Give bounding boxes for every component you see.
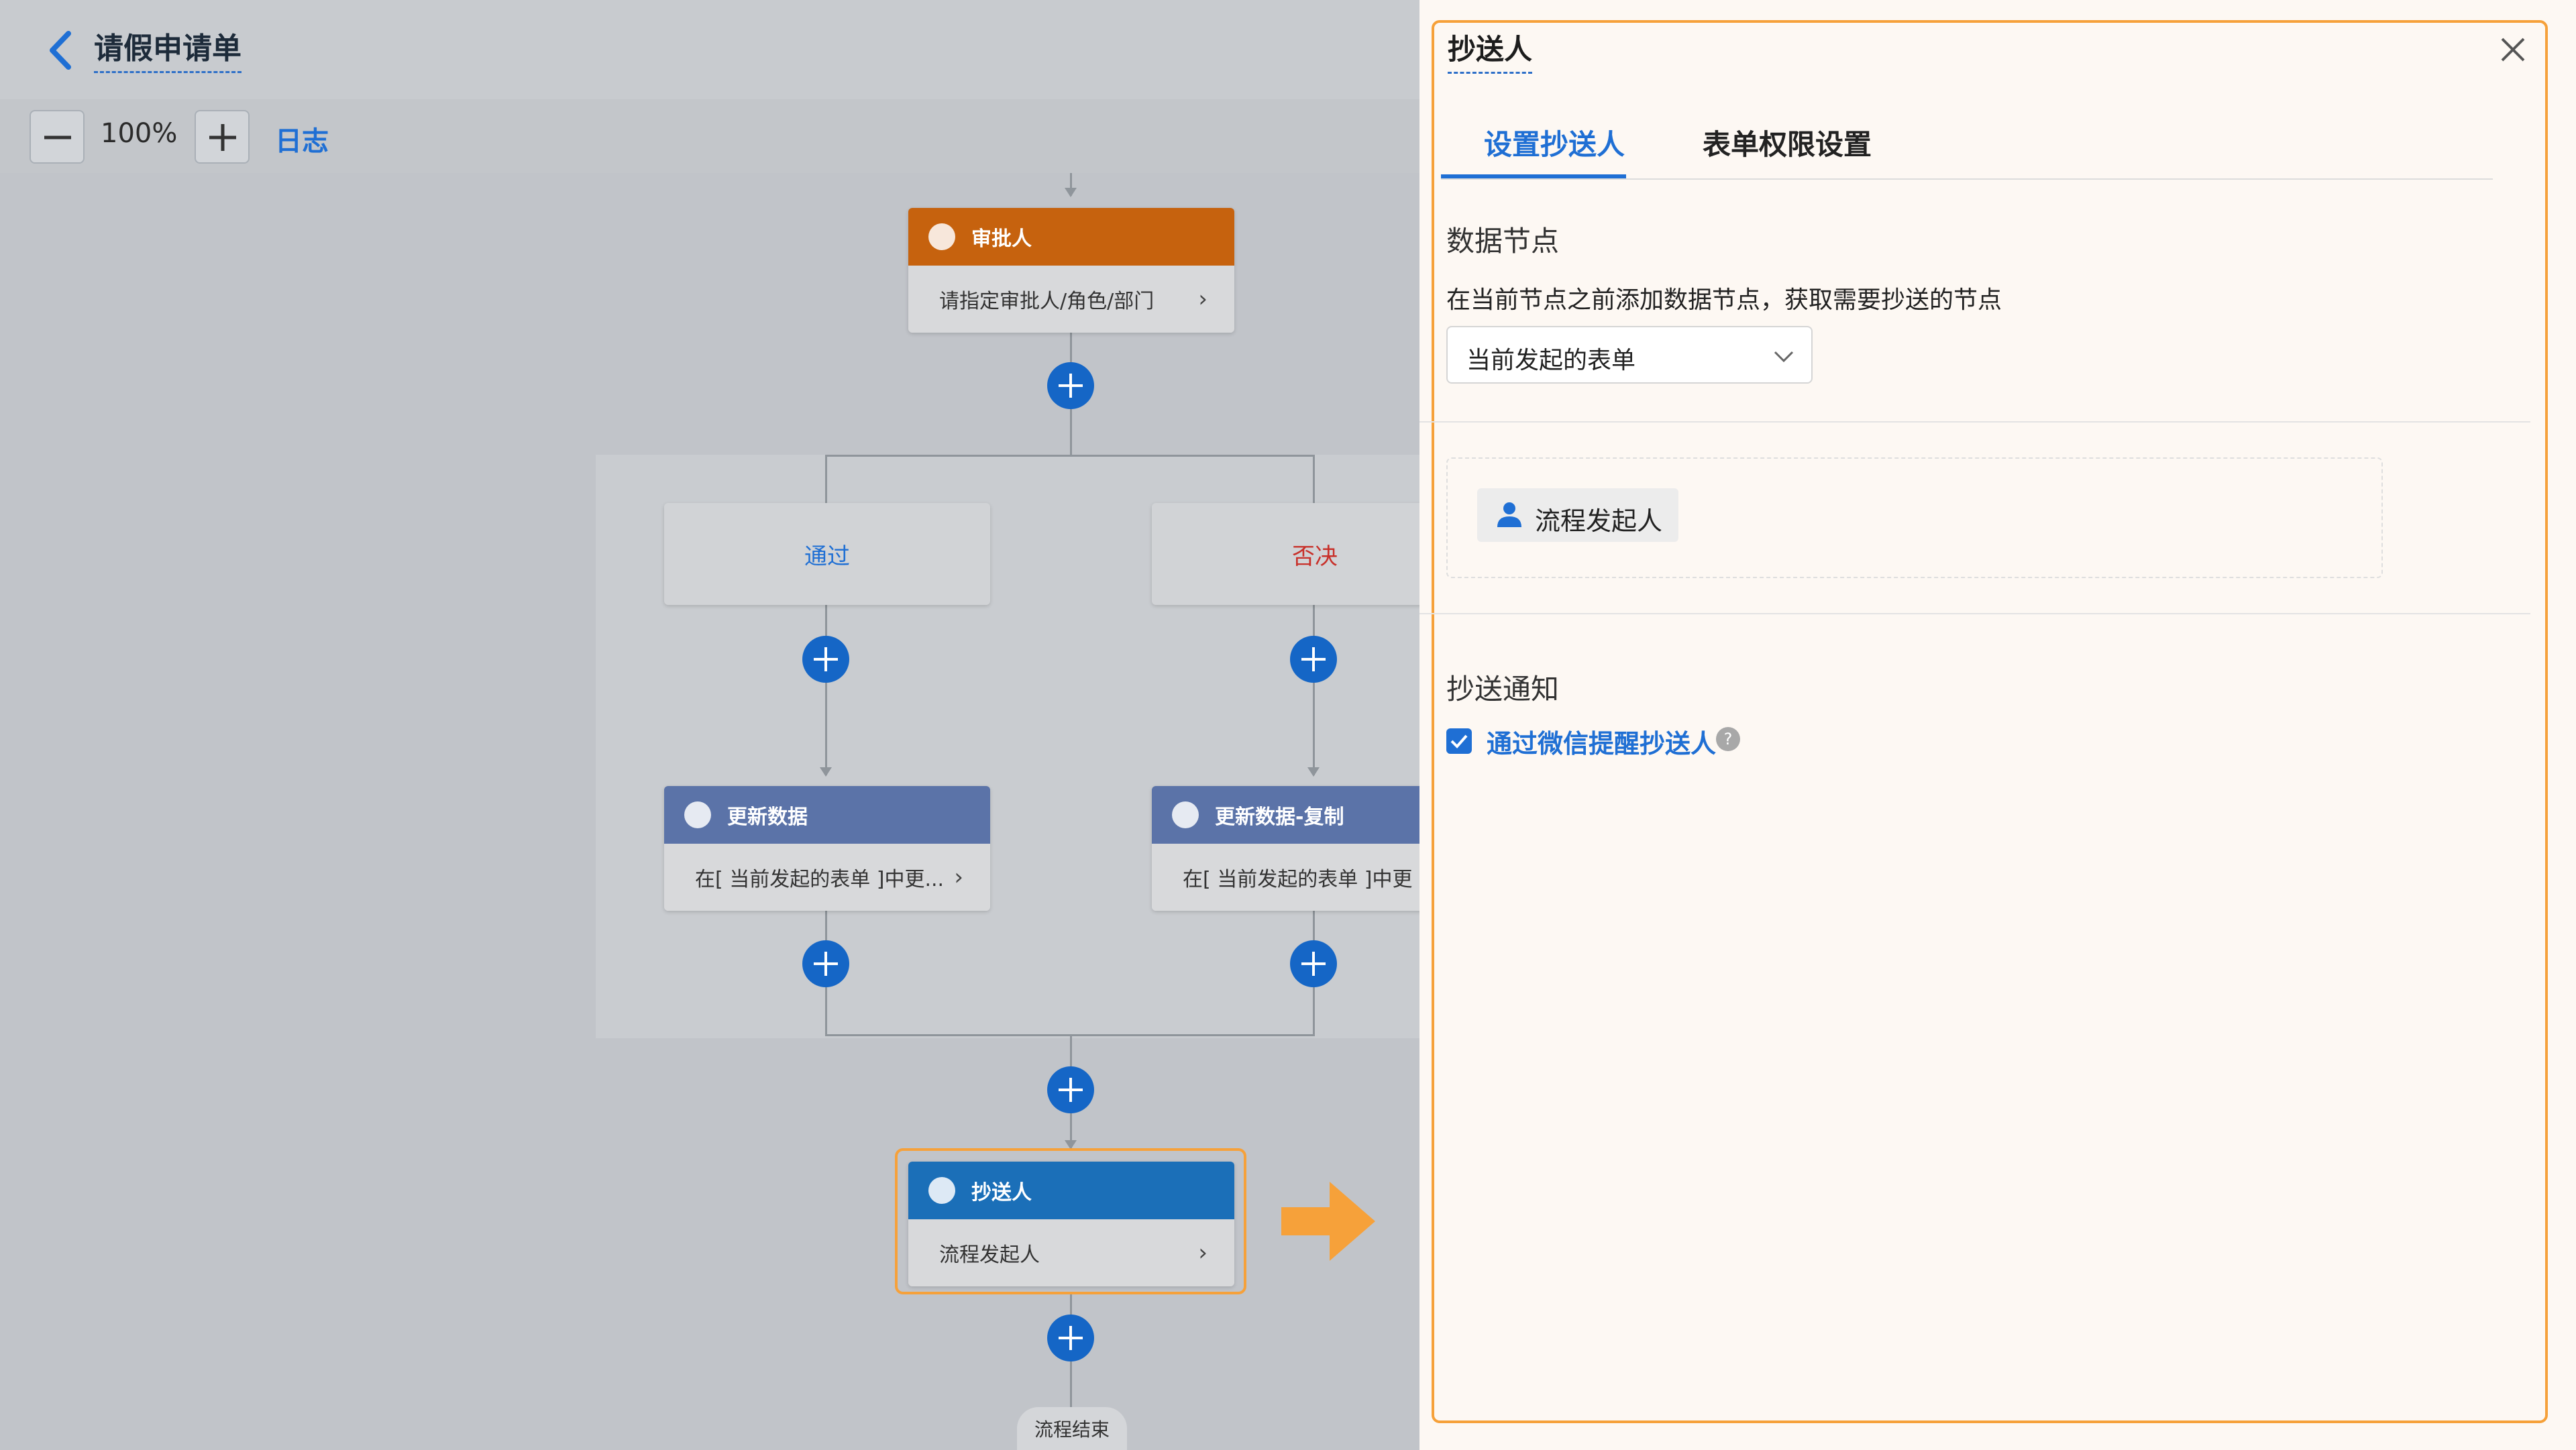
update-data-node[interactable]: 更新数据 在[ 当前发起的表单 ]中更... › — [664, 786, 990, 911]
add-node-button[interactable] — [1047, 1066, 1094, 1113]
approver-icon — [928, 223, 955, 250]
tab-set-cc[interactable]: 设置抄送人 — [1484, 122, 1625, 163]
chevron-right-icon: › — [1198, 1239, 1208, 1266]
connector-line — [1313, 455, 1315, 503]
chevron-right-icon: › — [954, 864, 963, 891]
checkmark-icon — [1450, 734, 1468, 748]
back-arrow-icon[interactable] — [42, 27, 82, 74]
section-divider — [1419, 421, 2530, 423]
condition-pass[interactable]: 通过 — [664, 503, 990, 605]
update-node-title: 更新数据 — [727, 805, 808, 829]
recipient-chip-label: 流程发起人 — [1535, 506, 1663, 536]
zoom-in-button[interactable] — [195, 110, 250, 164]
data-node-title: 数据节点 — [1446, 225, 1560, 258]
zoom-out-button[interactable] — [30, 110, 85, 164]
update-node-body: 在[ 当前发起的表单 ]中更... — [695, 868, 945, 891]
recipient-chip[interactable]: 流程发起人 — [1477, 488, 1678, 542]
connector-line — [825, 455, 1315, 457]
cc-node[interactable]: 抄送人 流程发起人 › — [908, 1162, 1234, 1286]
add-node-button[interactable] — [1047, 1315, 1094, 1361]
arrow-down-icon — [820, 767, 832, 777]
data-node-select[interactable]: 当前发起的表单 — [1446, 326, 1813, 384]
update-copy-node-body: 在[ 当前发起的表单 ]中更 — [1183, 868, 1413, 891]
connector-line — [825, 605, 827, 775]
document-icon — [1172, 801, 1199, 828]
add-node-button[interactable] — [802, 940, 849, 987]
chevron-down-icon — [1774, 351, 1794, 363]
send-icon — [928, 1177, 955, 1204]
add-node-button[interactable] — [802, 636, 849, 683]
page-title: 请假申请单 — [94, 24, 241, 73]
help-icon[interactable]: ? — [1715, 726, 1741, 752]
panel-highlight-frame — [1432, 20, 2548, 1423]
minus-icon — [44, 135, 71, 140]
add-node-button[interactable] — [1290, 636, 1337, 683]
chevron-right-icon: › — [1198, 286, 1208, 313]
notify-title: 抄送通知 — [1446, 673, 1560, 706]
tab-form-permissions[interactable]: 表单权限设置 — [1703, 122, 1872, 163]
data-node-description: 在当前节点之前添加数据节点，获取需要抄送的节点 — [1446, 286, 2002, 314]
document-icon — [684, 801, 711, 828]
connector-line — [1313, 605, 1315, 775]
cc-node-title: 抄送人 — [971, 1181, 1032, 1205]
wechat-notify-checkbox[interactable] — [1446, 728, 1472, 754]
zoom-level: 100% — [101, 118, 178, 149]
flow-end: 流程结束 — [1017, 1407, 1127, 1450]
user-icon — [1497, 502, 1521, 527]
log-link[interactable]: 日志 — [275, 119, 329, 158]
close-icon[interactable] — [2498, 35, 2528, 64]
approver-node-body: 请指定审批人/角色/部门 — [939, 290, 1155, 313]
update-copy-node-title: 更新数据-复制 — [1215, 805, 1344, 829]
section-divider — [1419, 613, 2530, 614]
orange-pointer-arrow-icon — [1281, 1182, 1375, 1261]
panel-title: 抄送人 — [1448, 27, 1533, 74]
add-node-button[interactable] — [1290, 940, 1337, 987]
svg-text:?: ? — [1724, 730, 1733, 748]
wechat-notify-label[interactable]: 通过微信提醒抄送人 — [1487, 723, 1716, 760]
tabs-divider — [1441, 178, 2493, 180]
approver-node-title: 审批人 — [971, 227, 1032, 251]
cc-node-body: 流程发起人 — [939, 1243, 1040, 1267]
data-node-select-value: 当前发起的表单 — [1466, 347, 1636, 374]
approver-node[interactable]: 审批人 请指定审批人/角色/部门 › — [908, 208, 1234, 333]
arrow-down-icon — [1065, 188, 1077, 197]
arrow-down-icon — [1307, 767, 1320, 777]
plus-icon — [209, 124, 236, 151]
connector-line — [825, 455, 827, 503]
add-node-button[interactable] — [1047, 362, 1094, 409]
active-tab-indicator — [1441, 174, 1626, 178]
